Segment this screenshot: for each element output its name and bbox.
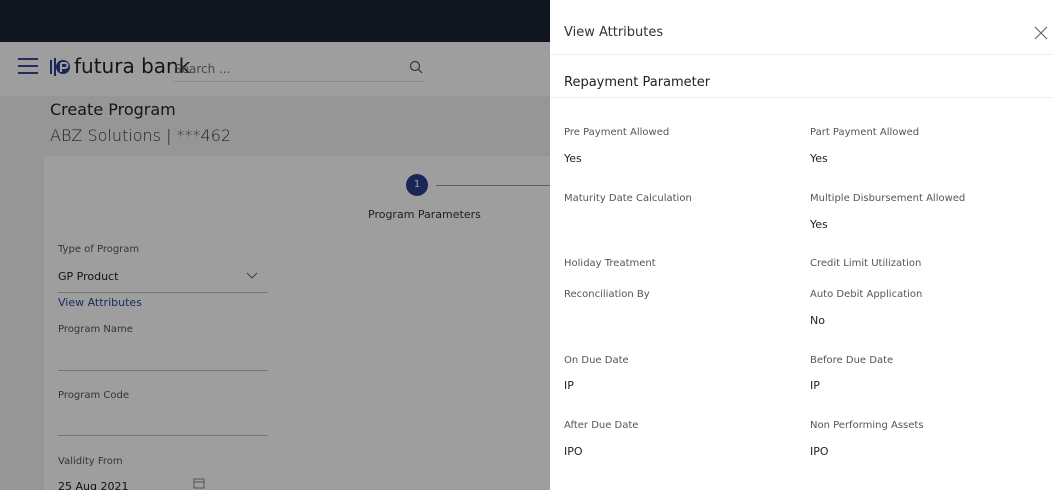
attr-value: Yes bbox=[810, 152, 828, 165]
attr-value: IP bbox=[810, 379, 820, 392]
attr-value: IPO bbox=[564, 445, 583, 458]
view-attributes-drawer: View Attributes Repayment Parameter Pre … bbox=[550, 0, 1052, 490]
attr-label: On Due Date bbox=[564, 355, 629, 366]
attr-label: Pre Payment Allowed bbox=[564, 127, 670, 138]
attr-label: Before Due Date bbox=[810, 355, 894, 366]
attr-value: IPO bbox=[810, 445, 829, 458]
close-icon[interactable] bbox=[1034, 26, 1048, 40]
attr-label: Multiple Disbursement Allowed bbox=[810, 193, 966, 204]
attr-label: Maturity Date Calculation bbox=[564, 193, 692, 204]
attr-label: Auto Debit Application bbox=[810, 289, 923, 300]
drawer-title: View Attributes bbox=[564, 25, 664, 40]
modal-backdrop[interactable] bbox=[0, 0, 550, 490]
attr-label: After Due Date bbox=[564, 420, 639, 431]
attr-label: Part Payment Allowed bbox=[810, 127, 920, 138]
drawer-divider bbox=[550, 54, 1052, 55]
attr-label: Credit Limit Utilization bbox=[810, 258, 922, 269]
attr-label: Reconciliation By bbox=[564, 289, 650, 300]
attr-label: Holiday Treatment bbox=[564, 258, 656, 269]
attr-value: IP bbox=[564, 379, 574, 392]
attr-value: Yes bbox=[564, 152, 582, 165]
attr-value: Yes bbox=[810, 218, 828, 231]
section-title: Repayment Parameter bbox=[564, 75, 711, 90]
attr-label: Non Performing Assets bbox=[810, 420, 924, 431]
section-divider bbox=[550, 97, 1052, 98]
attr-value: No bbox=[810, 314, 825, 327]
